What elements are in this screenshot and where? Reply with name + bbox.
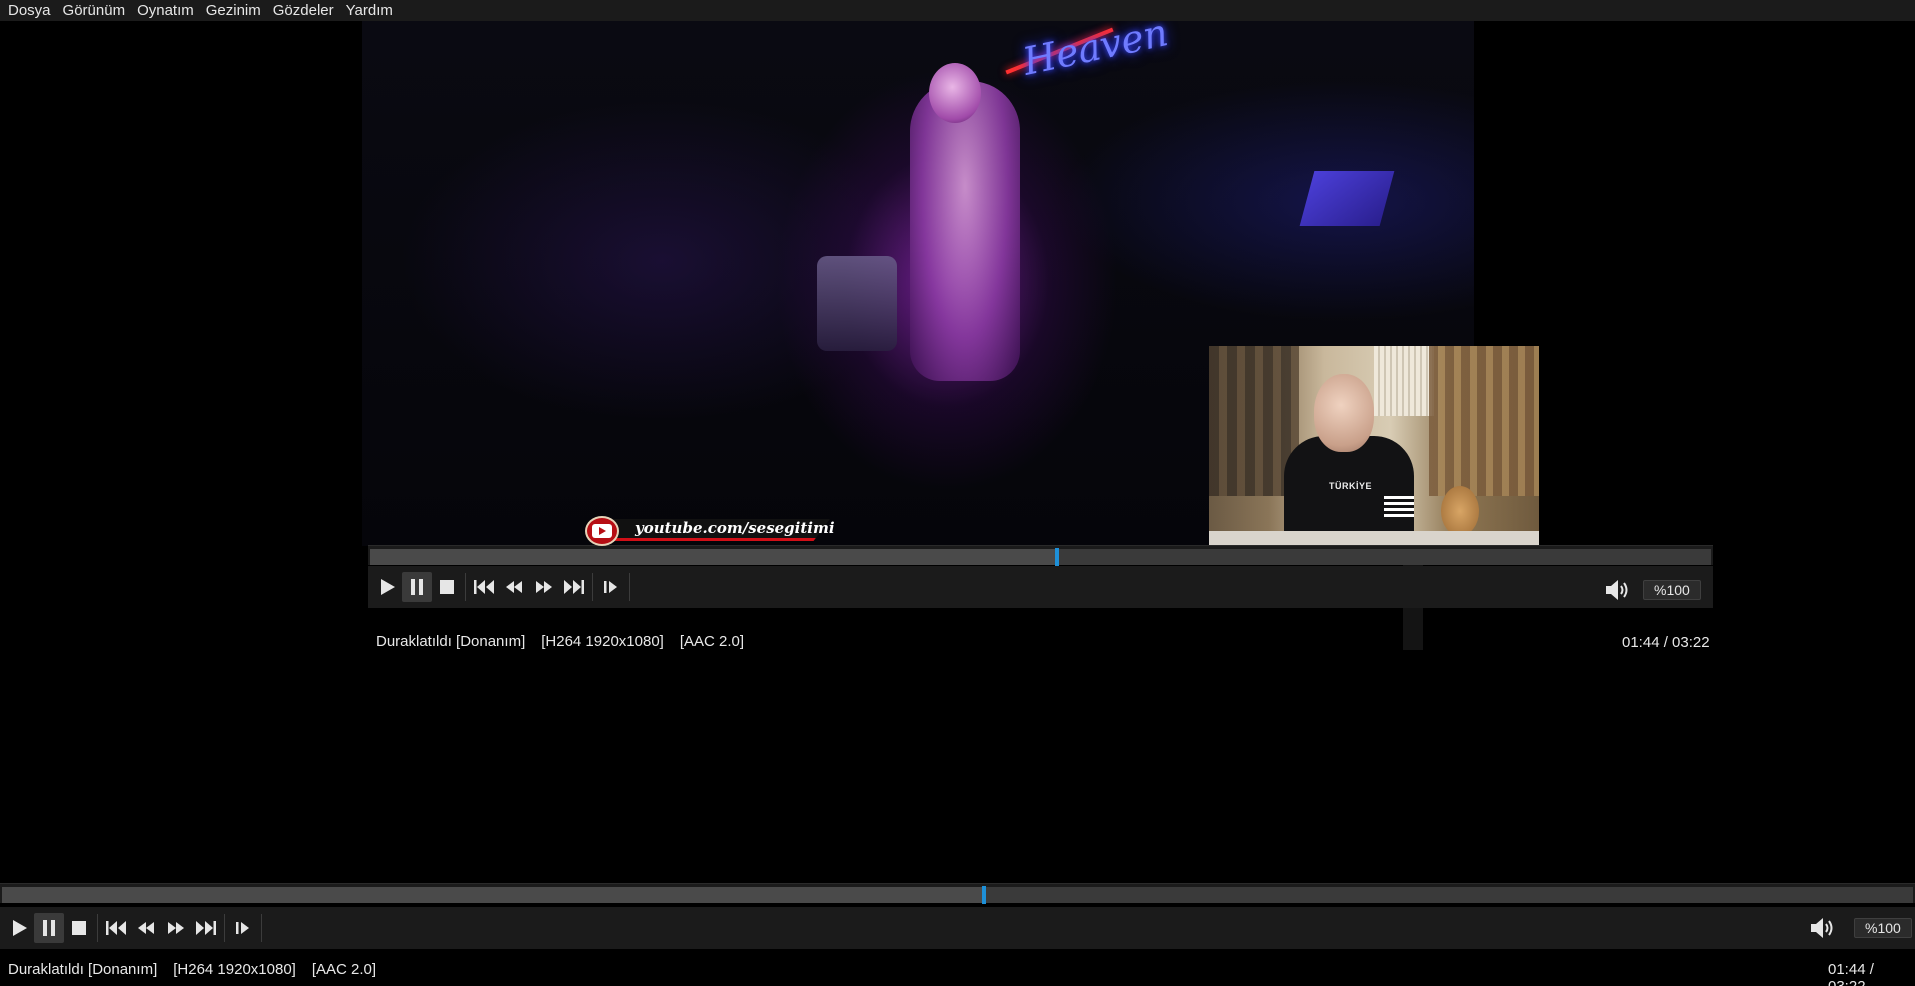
fast-forward-icon — [536, 581, 552, 593]
status-state: Duraklatıldı [Donanım] — [8, 960, 158, 978]
inner-forward-button[interactable] — [529, 572, 559, 602]
status-bar: Duraklatıldı [Donanım] [H264 1920x1080] … — [8, 954, 392, 984]
inner-volume-control: %100 — [1603, 575, 1701, 605]
pause-button[interactable] — [34, 913, 64, 943]
person-shirt — [1284, 436, 1414, 546]
youtube-logo-icon — [585, 516, 619, 546]
inner-stop-button[interactable] — [432, 572, 462, 602]
pause-icon — [411, 579, 423, 595]
control-bar — [0, 907, 1915, 949]
volume-level[interactable]: %100 — [1854, 918, 1912, 938]
next-button[interactable] — [191, 913, 221, 943]
inner-seek-progress — [370, 549, 1057, 565]
play-icon — [13, 920, 27, 936]
guitar — [1441, 486, 1479, 536]
drum — [817, 256, 897, 351]
performer-head — [929, 63, 981, 123]
inner-pause-button[interactable] — [402, 572, 432, 602]
youtube-watermark: youtube.com/sesegitimi — [585, 514, 835, 546]
inner-volume-level[interactable]: %100 — [1643, 580, 1701, 600]
stage-light — [1299, 171, 1395, 226]
frame-step-icon — [236, 922, 249, 934]
inner-frame-step-button[interactable] — [596, 572, 626, 602]
watermark-text: youtube.com/sesegitimi — [635, 519, 835, 537]
inner-rewind-button[interactable] — [499, 572, 529, 602]
skip-next-icon — [196, 921, 216, 935]
stop-icon — [72, 921, 86, 935]
menu-gorunum[interactable]: Görünüm — [57, 0, 132, 21]
menu-oynatim[interactable]: Oynatım — [131, 0, 200, 21]
inner-status-state: Duraklatıldı [Donanım] — [376, 632, 526, 650]
status-audio: [AAC 2.0] — [311, 960, 377, 978]
menu-gozdeler[interactable]: Gözdeler — [267, 0, 340, 21]
seekbar[interactable] — [0, 883, 1915, 904]
inner-status-video: [H264 1920x1080] — [541, 632, 664, 650]
inner-seek-handle[interactable] — [1054, 548, 1059, 566]
volume-icon — [1811, 918, 1833, 938]
inner-seekbar[interactable] — [368, 545, 1713, 566]
inner-control-bar — [368, 566, 1713, 608]
time-display: 01:44 / 03:22 — [1828, 961, 1874, 986]
seek-progress — [2, 887, 985, 903]
frame-step-icon — [604, 581, 617, 593]
menu-yardim[interactable]: Yardım — [340, 0, 399, 21]
inner-volume-button[interactable] — [1603, 575, 1633, 605]
menu-gezinim[interactable]: Gezinim — [200, 0, 267, 21]
frame-step-button[interactable] — [228, 913, 258, 943]
inner-time-display: 01:44 / 03:22 — [1622, 634, 1710, 651]
status-video: [H264 1920x1080] — [173, 960, 296, 978]
webcam-overlay: TÜRKİYE — [1209, 346, 1539, 546]
volume-control: %100 — [1808, 913, 1912, 943]
menu-bar: Dosya Görünüm Oynatım Gezinim Gözdeler Y… — [0, 0, 1915, 21]
inner-prev-button[interactable] — [469, 572, 499, 602]
volume-button[interactable] — [1808, 913, 1838, 943]
stop-icon — [440, 580, 454, 594]
fast-forward-icon — [168, 922, 184, 934]
menu-dosya[interactable]: Dosya — [2, 0, 57, 21]
fast-forward-button[interactable] — [161, 913, 191, 943]
seek-handle[interactable] — [982, 886, 987, 904]
stop-button[interactable] — [64, 913, 94, 943]
pause-icon — [43, 920, 55, 936]
play-button[interactable] — [4, 913, 34, 943]
person-head — [1314, 374, 1374, 452]
inner-play-button[interactable] — [372, 572, 402, 602]
play-icon — [381, 579, 395, 595]
neon-sign: Heaven — [1019, 21, 1172, 84]
skip-next-icon — [564, 580, 584, 594]
video-surface[interactable]: Heaven youtube.com/sesegitimi TÜRKİYE %1… — [0, 21, 1915, 883]
inner-status-audio: [AAC 2.0] — [679, 632, 745, 650]
rewind-icon — [506, 581, 522, 593]
rewind-button[interactable] — [131, 913, 161, 943]
skip-previous-icon — [474, 580, 494, 594]
volume-icon — [1606, 580, 1628, 600]
previous-button[interactable] — [101, 913, 131, 943]
inner-next-button[interactable] — [559, 572, 589, 602]
performer — [910, 81, 1020, 381]
skip-previous-icon — [106, 921, 126, 935]
inner-status-bar: Duraklatıldı [Donanım] [H264 1920x1080] … — [376, 626, 760, 656]
rewind-icon — [138, 922, 154, 934]
shirt-text: TÜRKİYE — [1329, 481, 1373, 491]
